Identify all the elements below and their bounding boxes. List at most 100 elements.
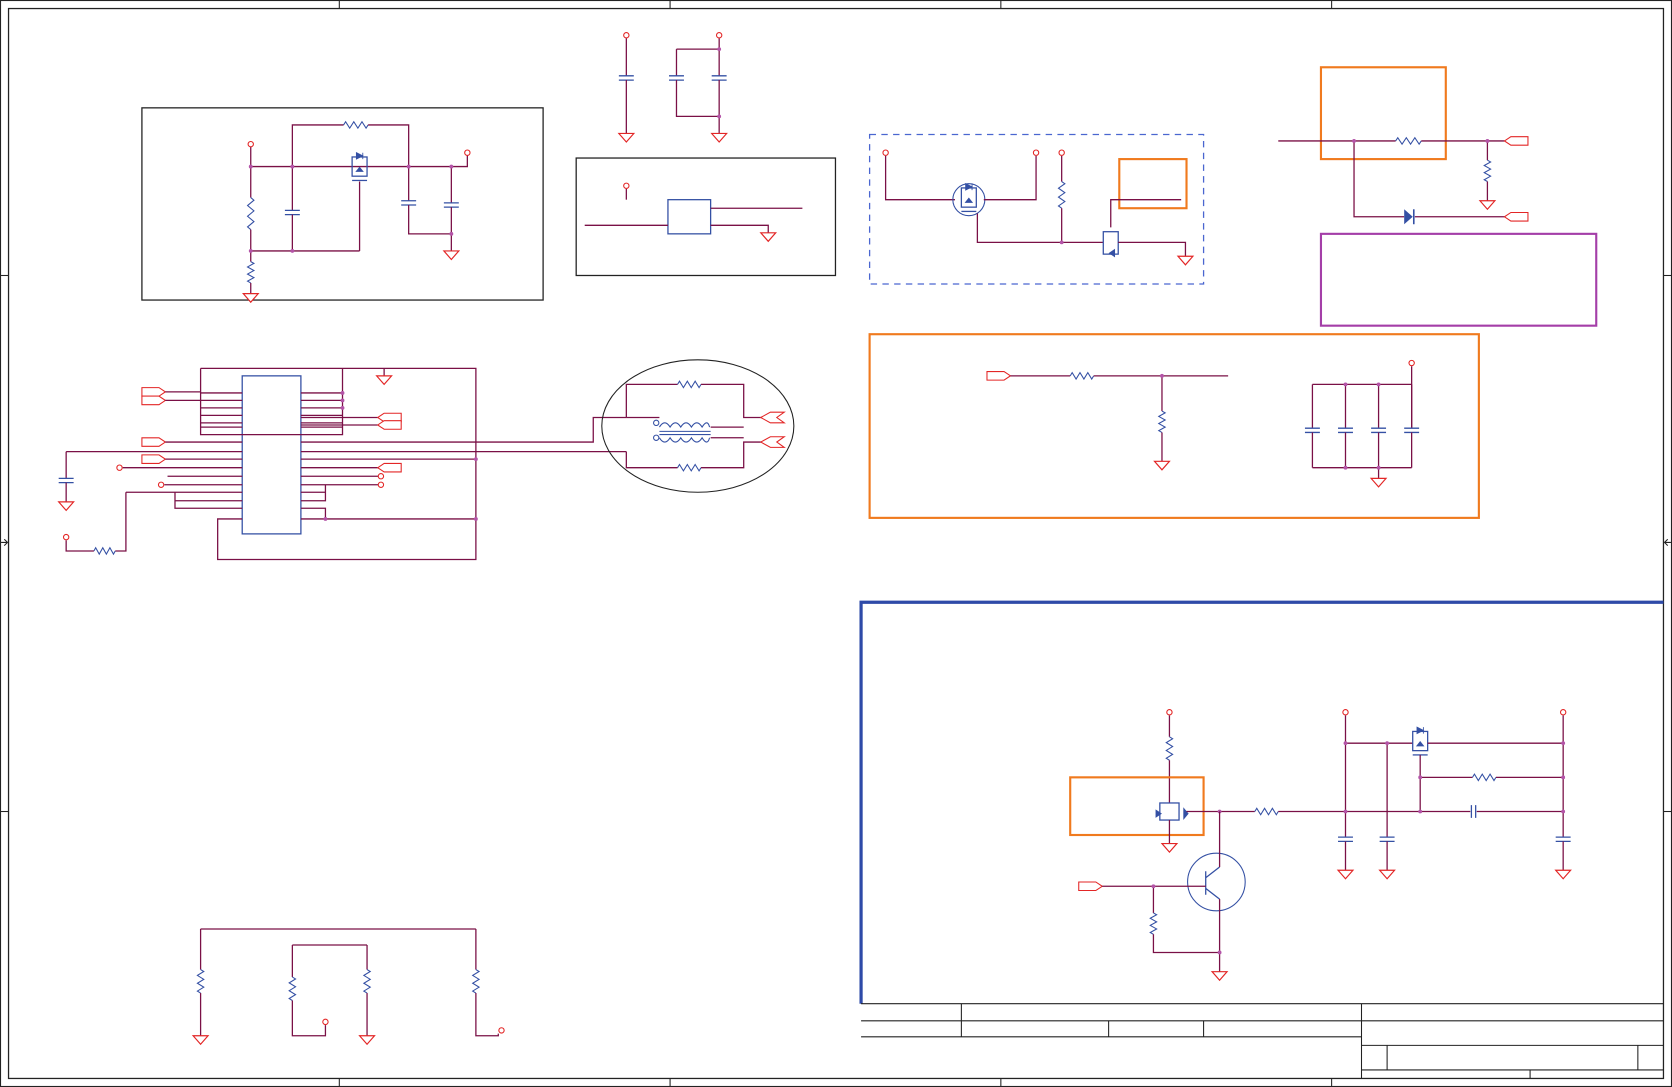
capacitor-icon bbox=[443, 202, 459, 208]
junction-dot bbox=[449, 231, 454, 236]
resistor-icon bbox=[1165, 736, 1174, 761]
ic-chip bbox=[667, 199, 712, 235]
transistor-icon bbox=[1205, 866, 1220, 900]
schematic-sheet bbox=[0, 0, 1672, 1087]
power-pin-icon bbox=[623, 32, 630, 39]
ground-icon bbox=[57, 501, 75, 512]
diode-icon bbox=[1108, 248, 1116, 258]
power-pin-icon bbox=[1032, 149, 1040, 156]
ic-chip bbox=[241, 375, 302, 535]
junction-dot bbox=[1217, 950, 1222, 955]
junction-dot bbox=[1343, 741, 1348, 746]
arrow-icon bbox=[1663, 538, 1671, 547]
arrow-icon bbox=[1, 538, 9, 547]
resistor-icon bbox=[93, 546, 116, 556]
ground-icon bbox=[191, 1035, 210, 1046]
resistor-icon bbox=[1149, 912, 1158, 935]
wire bbox=[1152, 934, 1220, 954]
regulator-icon bbox=[960, 187, 977, 208]
panel-border bbox=[859, 600, 1664, 1004]
junction-dot bbox=[1151, 884, 1156, 889]
net-port-icon bbox=[759, 436, 786, 448]
regulator-block bbox=[141, 107, 544, 301]
resistor-icon bbox=[1483, 159, 1492, 182]
junction-dot bbox=[1343, 382, 1348, 387]
junction-dot bbox=[449, 164, 454, 169]
net-port-icon bbox=[141, 387, 167, 397]
wire bbox=[710, 224, 769, 233]
diode-icon bbox=[1416, 726, 1425, 735]
power-pin-icon bbox=[1342, 709, 1349, 716]
ground-icon bbox=[1153, 460, 1171, 471]
junction-dot bbox=[1385, 741, 1390, 746]
diode-icon bbox=[355, 166, 364, 172]
net-port-icon bbox=[141, 395, 167, 406]
highlight-box bbox=[868, 333, 1480, 519]
power-pin-icon bbox=[464, 149, 471, 156]
wire bbox=[1118, 241, 1187, 257]
wire bbox=[65, 540, 94, 552]
wire bbox=[1353, 140, 1405, 218]
capacitor-icon bbox=[1338, 836, 1353, 843]
junction-dot bbox=[323, 517, 328, 521]
net-port-icon bbox=[141, 437, 167, 447]
junction-dot bbox=[248, 249, 253, 253]
capacitor-icon bbox=[1304, 427, 1320, 434]
ground-icon bbox=[1160, 842, 1179, 853]
junction-dot bbox=[1343, 809, 1348, 814]
power-pin-icon bbox=[715, 32, 723, 39]
diode-icon bbox=[964, 197, 974, 203]
ground-icon bbox=[617, 132, 636, 143]
ground-icon bbox=[241, 293, 260, 304]
ground-icon bbox=[1478, 200, 1497, 211]
junction-dot bbox=[1160, 373, 1164, 378]
ground-icon bbox=[1336, 869, 1355, 880]
junction-dot bbox=[473, 517, 478, 521]
resistor-icon bbox=[677, 463, 702, 472]
power-pin-icon bbox=[247, 140, 254, 148]
junction-dot bbox=[1343, 465, 1348, 470]
wire bbox=[701, 441, 771, 469]
wire bbox=[976, 213, 1104, 244]
polarity-dot bbox=[653, 434, 660, 441]
capacitor-icon bbox=[58, 477, 74, 484]
junction-dot bbox=[340, 405, 345, 410]
wire bbox=[675, 80, 720, 118]
net-port-icon bbox=[759, 411, 786, 424]
capacitor-icon bbox=[1371, 427, 1387, 434]
junction-dot bbox=[1418, 809, 1423, 814]
resistor-icon bbox=[1057, 181, 1066, 209]
resistor-icon bbox=[1069, 371, 1095, 381]
ground-icon bbox=[1176, 255, 1195, 266]
ground-icon bbox=[358, 1035, 376, 1046]
junction-dot bbox=[717, 114, 722, 119]
power-pin-icon bbox=[157, 481, 165, 488]
capacitor-icon bbox=[1555, 836, 1571, 843]
junction-dot bbox=[290, 164, 295, 169]
ground-icon bbox=[1369, 477, 1388, 488]
power-pin-icon bbox=[1408, 359, 1415, 367]
wire bbox=[625, 383, 678, 418]
wire bbox=[884, 155, 955, 201]
capacitor-icon bbox=[401, 200, 417, 206]
capacitor-icon bbox=[669, 75, 684, 81]
power-pin-icon bbox=[62, 533, 70, 541]
power-pin-icon bbox=[1559, 709, 1567, 716]
wire bbox=[625, 451, 678, 469]
diode-icon bbox=[1404, 209, 1413, 225]
junction-dot bbox=[1376, 465, 1381, 470]
junction-dot bbox=[1485, 139, 1490, 143]
net-port-icon bbox=[1078, 881, 1104, 892]
power-pin-icon bbox=[498, 1027, 505, 1034]
wire bbox=[408, 205, 452, 235]
capacitor-icon bbox=[1404, 427, 1420, 434]
diode-icon bbox=[1183, 807, 1189, 821]
transistor-icon bbox=[1187, 852, 1246, 912]
junction-dot bbox=[717, 47, 722, 52]
resistor-icon bbox=[677, 380, 702, 389]
junction-dot bbox=[290, 249, 295, 253]
junction-dot bbox=[1418, 775, 1423, 780]
wire bbox=[291, 1000, 327, 1037]
diode-icon bbox=[1155, 809, 1162, 818]
power-pin-icon bbox=[1058, 149, 1065, 156]
